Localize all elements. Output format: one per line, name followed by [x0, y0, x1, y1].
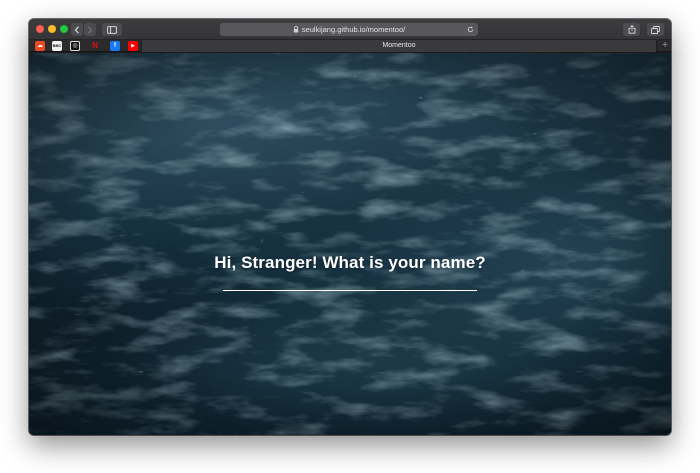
sidebar-icon	[107, 25, 117, 34]
favorites-bar: ☁ BBC ◎ N f ▶ Momentoo +	[29, 40, 671, 52]
chevron-right-icon	[88, 25, 93, 34]
name-input[interactable]	[223, 275, 477, 291]
minimize-window-button[interactable]	[48, 25, 56, 33]
tabs-overview-icon	[651, 25, 660, 34]
tab-title: Momentoo	[382, 42, 416, 49]
chevron-left-icon	[74, 25, 79, 34]
share-icon	[628, 25, 635, 34]
circle-site-favorite-icon[interactable]: ◎	[70, 41, 80, 51]
greeting-prompt: Hi, Stranger! What is your name?	[214, 253, 486, 272]
tab-momentoo[interactable]: Momentoo	[141, 40, 657, 52]
new-tab-button[interactable]: +	[659, 40, 671, 52]
close-window-button[interactable]	[36, 25, 44, 33]
netflix-favorite-icon[interactable]: N	[90, 41, 100, 51]
ocean-background-image	[29, 53, 671, 435]
lock-icon	[293, 26, 298, 33]
sidebar-toggle-button[interactable]	[102, 23, 122, 36]
forward-button[interactable]	[84, 23, 96, 36]
show-tabs-button[interactable]	[647, 23, 664, 36]
address-bar[interactable]: seulkijang.github.io/momentoo/	[220, 23, 478, 36]
soundcloud-favorite-icon[interactable]: ☁	[35, 41, 45, 51]
back-button[interactable]	[71, 23, 83, 36]
maximize-window-button[interactable]	[60, 25, 68, 33]
page-content: Hi, Stranger! What is your name?	[29, 53, 671, 435]
browser-window: seulkijang.github.io/momentoo/ ☁ BBC ◎ N	[29, 19, 671, 435]
browser-toolbar: seulkijang.github.io/momentoo/	[29, 19, 671, 40]
youtube-favorite-icon[interactable]: ▶	[128, 41, 138, 51]
share-button[interactable]	[623, 23, 640, 36]
reload-icon[interactable]	[467, 26, 474, 33]
facebook-favorite-icon[interactable]: f	[110, 41, 120, 51]
bbc-favorite-icon[interactable]: BBC	[52, 41, 62, 51]
address-text: seulkijang.github.io/momentoo/	[301, 25, 406, 34]
